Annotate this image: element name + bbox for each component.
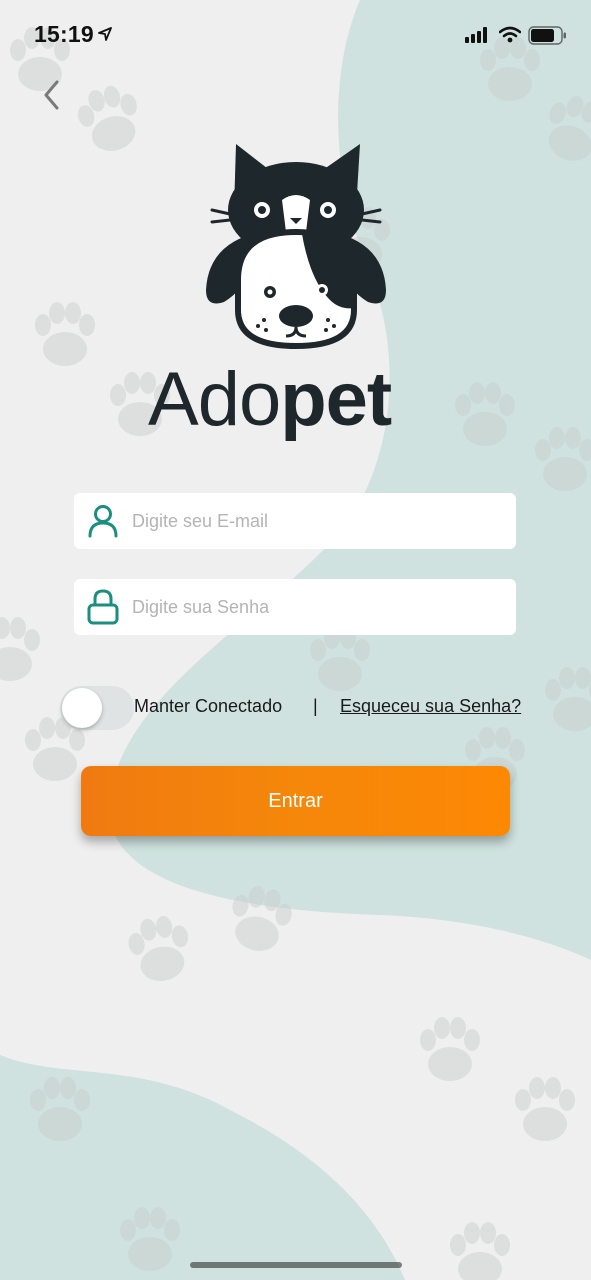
status-time: 15:19 (34, 21, 94, 47)
back-button[interactable] (36, 78, 66, 112)
logo-text-light: Ado (148, 357, 281, 442)
toggle-knob (62, 688, 102, 728)
home-indicator (190, 1262, 402, 1268)
login-options-row: Manter Conectado | Esqueceu sua Senha? (60, 684, 540, 730)
logo-text-bold: pet (280, 357, 392, 442)
chevron-left-icon (44, 80, 59, 110)
battery-icon (528, 26, 566, 45)
email-input[interactable] (132, 501, 492, 541)
status-bar: 15:19 (0, 0, 591, 70)
wifi-icon (499, 26, 521, 43)
password-field[interactable] (74, 579, 516, 635)
email-field[interactable] (74, 493, 516, 549)
keep-connected-toggle[interactable] (60, 686, 134, 730)
login-button[interactable]: Entrar (81, 766, 510, 836)
lock-icon (74, 589, 132, 625)
options-separator: | (313, 696, 318, 716)
cat-and-dog-logo-icon (206, 144, 386, 350)
app-logo-wordmark: Adopet (148, 350, 448, 450)
user-icon (74, 504, 132, 538)
password-input[interactable] (132, 587, 492, 627)
keep-connected-label: Manter Conectado (134, 696, 283, 716)
forgot-password-link[interactable]: Esqueceu sua Senha? (340, 696, 521, 717)
cellular-signal-icon (465, 27, 487, 43)
location-arrow-icon (98, 27, 112, 41)
login-screen: 15:19 Adopet Digite seu E-mail Manter Co… (0, 0, 591, 1280)
